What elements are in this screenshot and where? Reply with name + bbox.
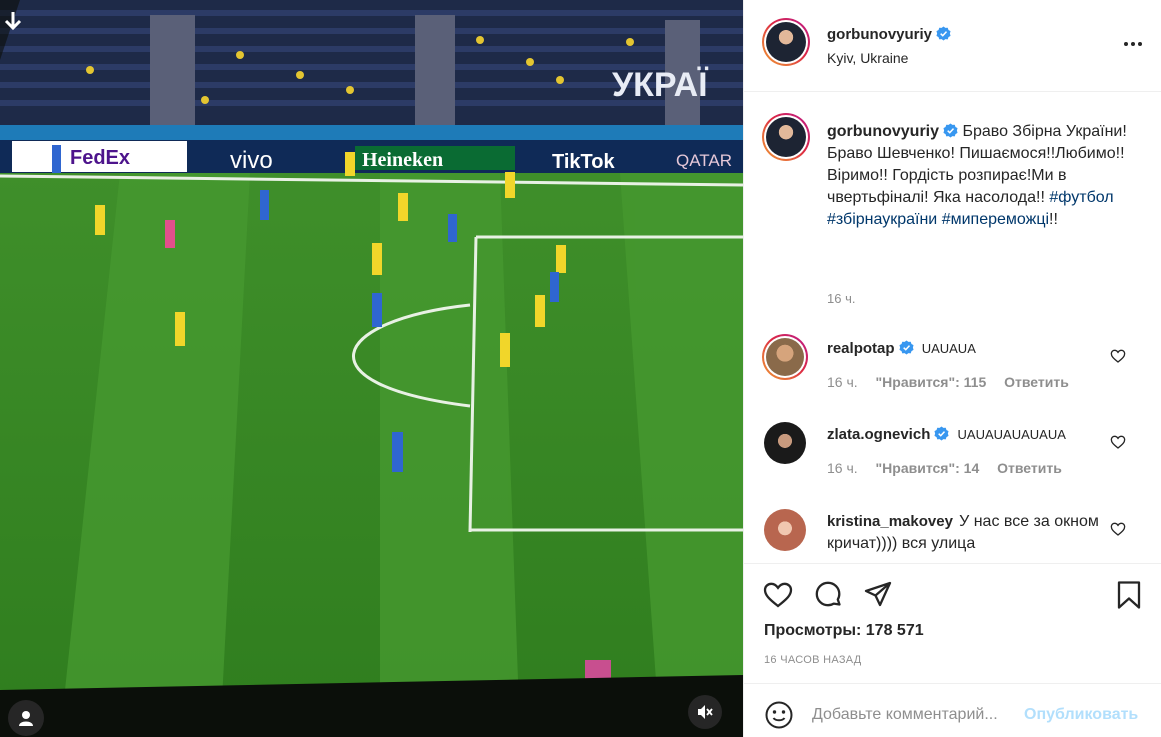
comment-likes[interactable]: "Нравится": 14 [876,460,980,476]
hashtag-link[interactable]: #миперeможці [942,211,1049,228]
verified-badge-icon [934,426,949,441]
ad-qatar: QATAR [676,151,732,170]
comment-username[interactable]: zlata.ognevich [827,426,930,443]
commenter-avatar[interactable] [764,422,806,464]
comment-time[interactable]: 16 ч. [827,460,858,476]
arrow-down-icon [4,12,22,31]
comment-likes[interactable]: "Нравится": 115 [876,374,987,390]
post-video[interactable]: УКРАЇ FedEx vivo Heineken TikTok QATAR [0,0,743,737]
ad-vivo: vivo [230,147,273,174]
stand-text: УКРАЇ [612,66,709,104]
post-actions: Просмотры: 178 571 16 ЧАСОВ НАЗАД [744,563,1161,683]
view-count[interactable]: Просмотры: 178 571 [764,622,924,640]
comment-text: UAUAUAUAUAUA [957,427,1066,442]
post-timestamp[interactable]: 16 ЧАСОВ НАЗАД [764,654,862,666]
bookmark-icon[interactable] [1113,579,1145,611]
commenter-avatar[interactable] [764,509,806,551]
football-match-frame: УКРАЇ FedEx vivo Heineken TikTok QATAR [0,0,743,737]
ad-tiktok: TikTok [552,151,615,173]
ad-heineken: Heineken [362,149,443,171]
caption-suffix: !! [1049,211,1058,228]
author-username[interactable]: gorbunovyuriy [827,26,951,43]
user-tag-icon[interactable] [8,700,44,736]
comment-line: zlata.ognevich UAUAUAUAUAUA [827,424,1107,446]
heart-icon[interactable] [1110,521,1126,537]
post-location[interactable]: Kyiv, Ukraine [827,50,908,66]
add-comment-bar: Опубликовать [744,683,1161,737]
verified-badge-icon [898,340,914,355]
comment-username[interactable]: kristina_makovey [827,513,953,530]
share-icon[interactable] [862,579,894,611]
more-options-icon[interactable] [1122,36,1144,52]
caption-username[interactable]: gorbunovyuriy [827,123,939,140]
comment-time[interactable]: 16 ч. [827,374,858,390]
muted-speaker-icon[interactable] [688,695,722,729]
post-header: gorbunovyuriy Kyiv, Ukraine [744,0,1161,92]
verified-badge-icon [936,26,951,41]
comment-line: realpotap UAUAUA [827,338,1107,360]
author-avatar[interactable] [762,18,810,66]
heart-icon[interactable] [1110,348,1126,364]
hashtag-link[interactable]: #збірнаукраїни [827,211,937,228]
publish-button[interactable]: Опубликовать [1024,706,1138,724]
ad-fedex: FedEx [70,147,130,169]
caption-timestamp[interactable]: 16 ч. [827,291,855,306]
comment-text: UAUAUA [921,341,976,356]
comment-icon[interactable] [812,579,844,611]
comment-reply-button[interactable]: Ответить [1004,374,1069,390]
comment-username[interactable]: realpotap [827,340,895,357]
heart-icon[interactable] [1110,434,1126,450]
caption-author-avatar[interactable] [762,113,810,161]
hashtag-link[interactable]: #футбол [1049,189,1113,206]
emoji-icon[interactable] [764,700,794,730]
verified-badge-icon [943,123,958,138]
heart-icon[interactable] [762,579,794,611]
comment-meta: 16 ч. "Нравится": 115 Ответить [827,374,1083,390]
commenter-avatar[interactable] [762,334,808,380]
comment-line: kristina_makovey У нас все за окном крич… [827,511,1107,555]
comment-reply-button[interactable]: Ответить [997,460,1062,476]
caption-text: gorbunovyuriy Браво Збірна України!Браво… [827,121,1127,231]
comment-meta: 16 ч. "Нравится": 14 Ответить [827,460,1076,476]
post-sidebar: gorbunovyuriy Kyiv, Ukraine gorbunovyuri… [743,0,1161,737]
comment-input[interactable] [812,700,1022,730]
